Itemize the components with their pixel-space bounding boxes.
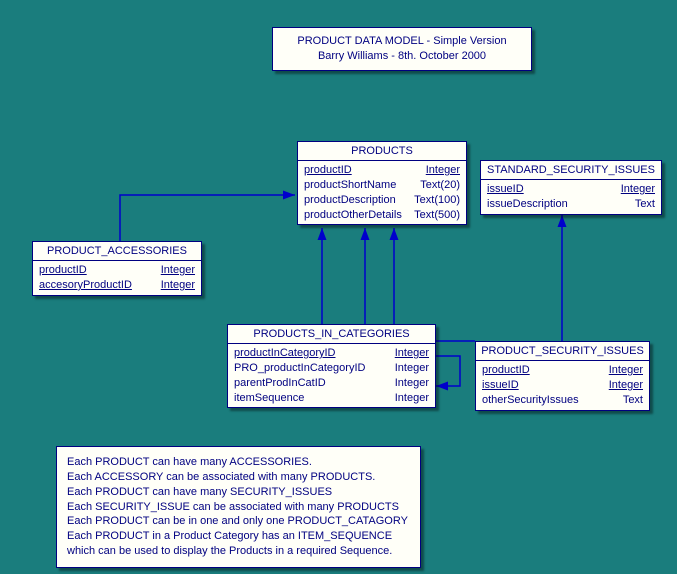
notes-line: Each PRODUCT can have many ACCESSORIES. bbox=[67, 455, 410, 470]
entity-body: productInCategoryIDInteger PRO_productIn… bbox=[228, 344, 435, 407]
entity-products-in-categories: PRODUCTS_IN_CATEGORIES productInCategory… bbox=[227, 324, 436, 408]
entity-title: STANDARD_SECURITY_ISSUES bbox=[481, 161, 661, 180]
diagram-title-box: PRODUCT DATA MODEL - Simple Version Barr… bbox=[272, 27, 532, 71]
entity-product-accessories: PRODUCT_ACCESSORIES productIDInteger acc… bbox=[32, 241, 202, 296]
entity-title: PRODUCTS_IN_CATEGORIES bbox=[228, 325, 435, 344]
entity-products: PRODUCTS productIDInteger productShortNa… bbox=[297, 141, 467, 225]
entity-product-security-issues: PRODUCT_SECURITY_ISSUES productIDInteger… bbox=[475, 341, 650, 411]
entity-title: PRODUCT_SECURITY_ISSUES bbox=[476, 342, 649, 361]
entity-title: PRODUCTS bbox=[298, 142, 466, 161]
notes-line: Each PRODUCT can have many SECURITY_ISSU… bbox=[67, 485, 410, 500]
entity-body: productIDInteger issueIDInteger otherSec… bbox=[476, 361, 649, 410]
notes-line: Each ACCESSORY can be associated with ma… bbox=[67, 470, 410, 485]
notes-line: Each PRODUCT can be in one and only one … bbox=[67, 514, 410, 529]
notes-line: which can be used to display the Product… bbox=[67, 544, 410, 559]
diagram-title-line1: PRODUCT DATA MODEL - Simple Version bbox=[287, 34, 517, 49]
entity-body: issueIDInteger issueDescriptionText bbox=[481, 180, 661, 214]
notes-line: Each SECURITY_ISSUE can be associated wi… bbox=[67, 500, 410, 515]
entity-body: productIDInteger accesoryProductIDIntege… bbox=[33, 261, 201, 295]
entity-body: productIDInteger productShortNameText(20… bbox=[298, 161, 466, 224]
diagram-title-line2: Barry Williams - 8th. October 2000 bbox=[287, 49, 517, 64]
entity-standard-security-issues: STANDARD_SECURITY_ISSUES issueIDInteger … bbox=[480, 160, 662, 215]
entity-title: PRODUCT_ACCESSORIES bbox=[33, 242, 201, 261]
notes-line: Each PRODUCT in a Product Category has a… bbox=[67, 529, 410, 544]
notes-box: Each PRODUCT can have many ACCESSORIES. … bbox=[56, 446, 421, 568]
